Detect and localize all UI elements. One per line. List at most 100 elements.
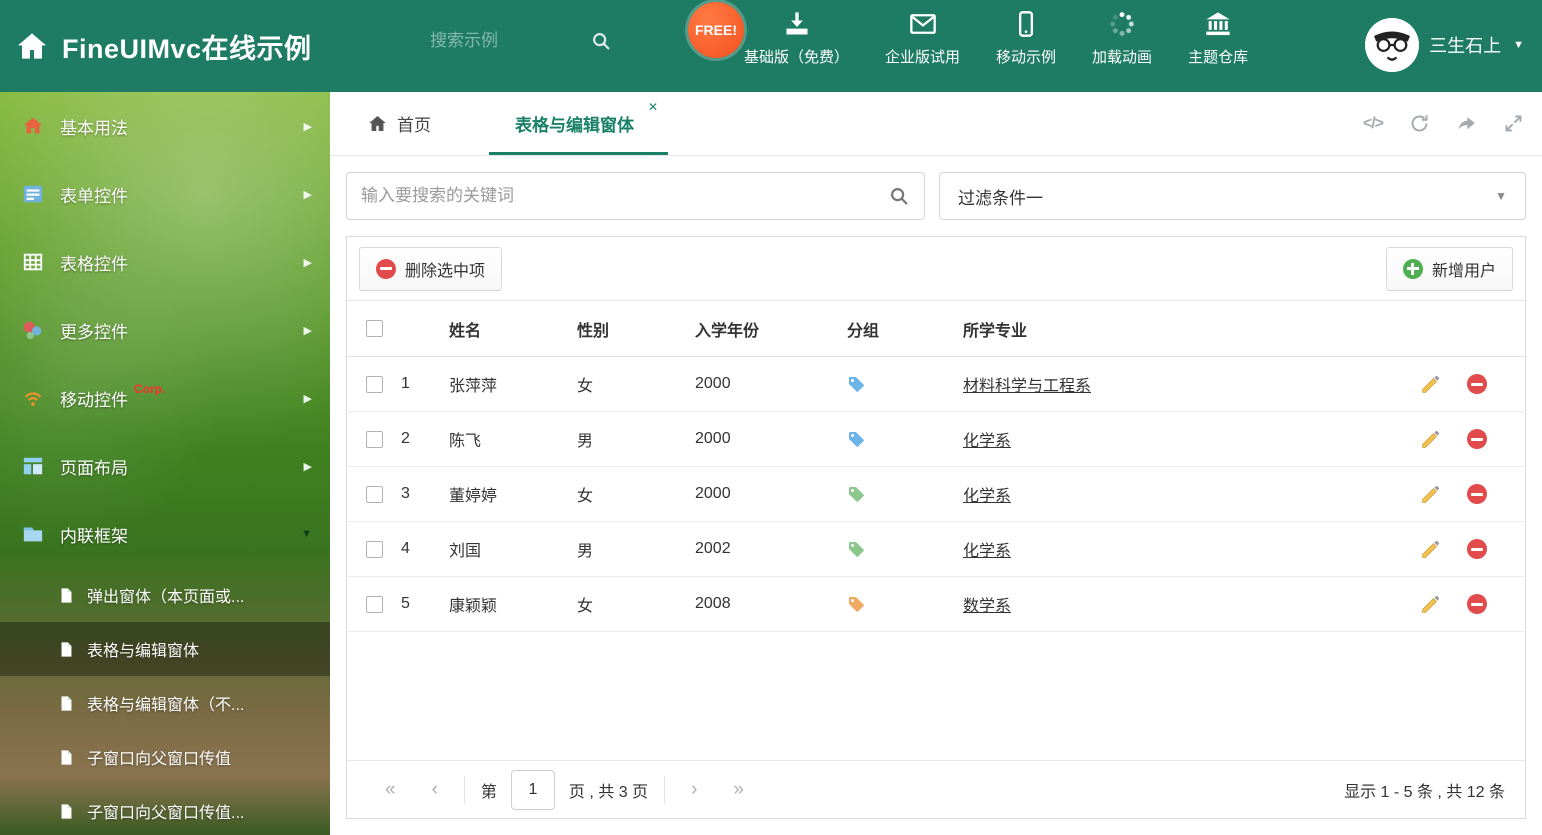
minus-circle-icon — [376, 258, 396, 279]
header-cell-year: 入学年份 — [695, 322, 760, 340]
search-icon[interactable] — [590, 30, 612, 52]
sidebar-item-mobile-controls[interactable]: 移动控件 Corp. ▶ — [0, 364, 330, 432]
tag-icon — [847, 595, 963, 614]
nav-loading-anim[interactable]: 加载动画 — [1092, 10, 1152, 67]
share-arrow-icon[interactable] — [1456, 113, 1477, 134]
sidebar-item-table-controls[interactable]: 表格控件 ▶ — [0, 228, 330, 296]
row-actions — [1405, 594, 1525, 615]
major-link[interactable]: 化学系 — [963, 543, 1011, 560]
sidebar-subitem-child-to-parent[interactable]: 子窗口向父窗口传值 — [0, 730, 330, 784]
sidebar-subitem-popup-window[interactable]: 弹出窗体（本页面或... — [0, 568, 330, 622]
expand-icon[interactable] — [1503, 113, 1524, 134]
sidebar-item-label: 基本用法 — [60, 118, 128, 138]
file-icon — [58, 695, 75, 712]
cell-name: 康颖颖 — [449, 598, 498, 615]
cell-year: 2008 — [695, 595, 731, 612]
edit-pencil-icon[interactable] — [1420, 374, 1441, 395]
row-number: 1 — [401, 375, 410, 392]
form-icon — [22, 183, 44, 205]
row-checkbox[interactable] — [365, 540, 383, 558]
edit-pencil-icon[interactable] — [1420, 539, 1441, 560]
filter-row: 过滤条件一 ▼ — [346, 172, 1526, 220]
cell-year: 2000 — [695, 485, 731, 502]
refresh-icon[interactable] — [1409, 113, 1430, 134]
app-root: FineUIMvc在线示例 FREE! 基础版（免费） 企业版试用 移动示例 — [0, 0, 1542, 835]
tab-grid-edit-window[interactable]: 表格与编辑窗体 ✕ — [489, 92, 668, 155]
tab-close-icon[interactable]: ✕ — [648, 100, 658, 114]
sidebar-item-basic-usage[interactable]: 基本用法 ▶ — [0, 92, 330, 160]
row-checkbox[interactable] — [365, 595, 383, 613]
chevron-right-icon: ▶ — [303, 120, 312, 133]
nav-basic-free[interactable]: 基础版（免费） — [744, 10, 849, 67]
cell-name: 陈飞 — [449, 433, 482, 450]
delete-selected-button[interactable]: 删除选中项 — [359, 246, 503, 291]
delete-row-icon[interactable] — [1467, 429, 1487, 449]
page-label-before: 第 — [480, 783, 497, 801]
sidebar-item-page-layout[interactable]: 页面布局 ▶ — [0, 432, 330, 500]
select-all-checkbox[interactable] — [365, 320, 383, 337]
search-icon[interactable] — [888, 185, 910, 207]
sidebar-subitem-label: 子窗口向父窗口传值 — [87, 751, 232, 768]
major-link[interactable]: 数学系 — [963, 598, 1011, 615]
header-search-input[interactable] — [430, 31, 590, 51]
keyword-search-input[interactable] — [361, 186, 888, 206]
row-actions — [1405, 374, 1525, 395]
tag-icon — [847, 375, 963, 394]
edit-pencil-icon[interactable] — [1420, 594, 1441, 615]
add-user-button[interactable]: 新增用户 — [1385, 246, 1513, 291]
brand[interactable]: FineUIMvc在线示例 — [16, 27, 312, 66]
sidebar-item-iframe[interactable]: 内联框架 ▼ — [0, 500, 330, 568]
spinner-icon — [1110, 12, 1134, 36]
sidebar-subitem-grid-edit-window[interactable]: 表格与编辑窗体 — [0, 622, 330, 676]
filter-dropdown[interactable]: 过滤条件一 ▼ — [939, 172, 1526, 220]
delete-row-icon[interactable] — [1467, 539, 1487, 559]
sidebar-subitem-label: 弹出窗体（本页面或... — [87, 589, 245, 606]
sidebar-item-more-controls[interactable]: 更多控件 ▶ — [0, 296, 330, 364]
row-actions — [1405, 539, 1525, 560]
cell-name: 董婷婷 — [449, 488, 498, 505]
user-caret-down-icon: ▼ — [1513, 39, 1524, 51]
filter-dropdown-value: 过滤条件一 — [958, 188, 1043, 208]
tag-icon — [847, 540, 963, 559]
sidebar-item-label: 更多控件 — [60, 322, 128, 342]
divider — [664, 775, 666, 804]
view-source-icon[interactable]: </> — [1363, 115, 1384, 133]
cell-gender: 男 — [577, 433, 594, 450]
row-checkbox[interactable] — [365, 375, 383, 393]
row-number: 2 — [401, 430, 410, 447]
page-number-input[interactable] — [510, 769, 555, 810]
avatar-face-icon — [1365, 18, 1420, 72]
major-link[interactable]: 材料科学与工程系 — [963, 378, 1091, 395]
sidebar-item-form-controls[interactable]: 表单控件 ▶ — [0, 160, 330, 228]
edit-pencil-icon[interactable] — [1420, 484, 1441, 505]
nav-theme-repo[interactable]: 主题仓库 — [1188, 10, 1248, 67]
house-icon — [22, 115, 44, 137]
cell-year: 2000 — [695, 430, 731, 447]
delete-row-icon[interactable] — [1467, 484, 1487, 504]
cell-name: 刘国 — [449, 543, 482, 560]
row-checkbox[interactable] — [365, 485, 383, 503]
delete-row-icon[interactable] — [1467, 374, 1487, 394]
user-menu[interactable]: 三生石上 ▼ — [1365, 18, 1524, 72]
edit-pencil-icon[interactable] — [1420, 429, 1441, 450]
plus-circle-icon — [1402, 258, 1423, 279]
chevron-right-icon: ▶ — [303, 324, 312, 337]
nav-enterprise-trial[interactable]: 企业版试用 — [885, 10, 960, 67]
row-checkbox[interactable] — [365, 430, 383, 448]
nav-mobile-demo[interactable]: 移动示例 — [996, 10, 1056, 67]
sidebar-item-label: 表单控件 — [60, 186, 128, 206]
tab-home[interactable]: 首页 — [342, 92, 457, 155]
prev-page-icon[interactable]: ‹ — [414, 779, 456, 801]
major-link[interactable]: 化学系 — [963, 433, 1011, 450]
app-title: FineUIMvc在线示例 — [62, 33, 312, 64]
last-page-icon[interactable]: » — [715, 779, 762, 801]
next-page-icon[interactable]: › — [673, 779, 715, 801]
delete-row-icon[interactable] — [1467, 594, 1487, 614]
first-page-icon[interactable]: « — [367, 779, 414, 801]
major-link[interactable]: 化学系 — [963, 488, 1011, 505]
sidebar-subitem-grid-edit-window-2[interactable]: 表格与编辑窗体（不... — [0, 676, 330, 730]
bubbles-icon — [22, 319, 44, 341]
sidebar-subitem-child-to-parent-2[interactable]: 子窗口向父窗口传值... — [0, 784, 330, 835]
pagination-bar: « ‹ 第 页 , 共 3 页 › » 显示 1 - 5 条 , 共 12 条 — [347, 760, 1525, 818]
cell-year: 2000 — [695, 375, 731, 392]
